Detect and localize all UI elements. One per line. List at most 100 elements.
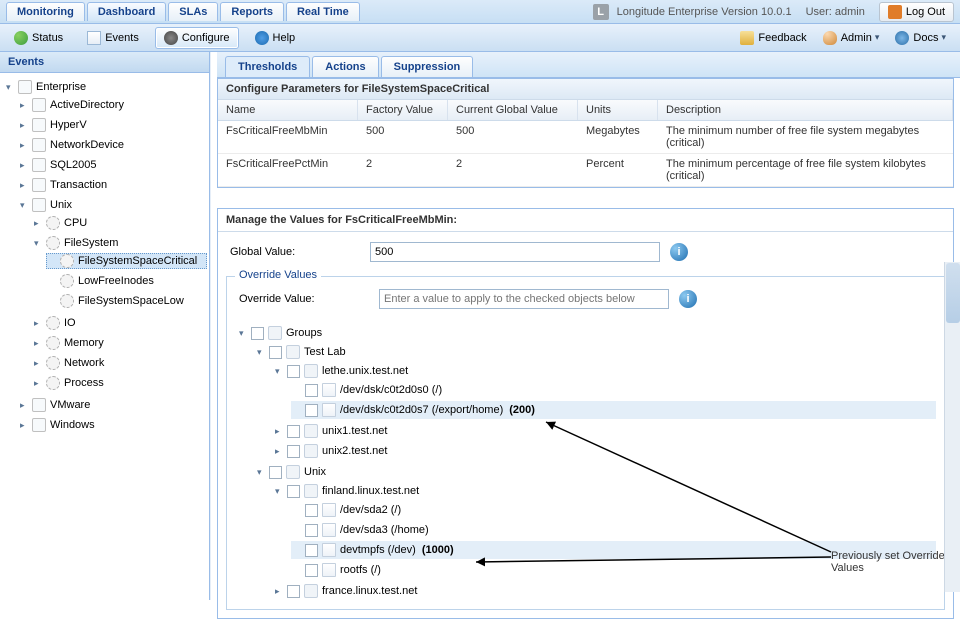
- tree-label: Test Lab: [304, 346, 346, 358]
- global-value-label: Global Value:: [230, 246, 370, 258]
- col-current-global-value[interactable]: Current Global Value: [448, 100, 578, 120]
- cell: Percent: [578, 154, 658, 186]
- tree-item-filesystem[interactable]: ▾FileSystem: [32, 235, 207, 251]
- tree-item[interactable]: ▸Memory: [32, 335, 207, 351]
- tree-item[interactable]: ▸IO: [32, 315, 207, 331]
- events-button[interactable]: Events: [79, 28, 147, 48]
- tree-label: CPU: [64, 217, 87, 229]
- tree-node[interactable]: ▾lethe.unix.test.net: [273, 362, 936, 380]
- info-icon[interactable]: i: [670, 243, 688, 261]
- checkbox[interactable]: [287, 365, 300, 378]
- override-value: (200): [509, 404, 535, 416]
- checkbox[interactable]: [287, 585, 300, 598]
- tree-item[interactable]: ▸ActiveDirectory: [18, 97, 207, 113]
- tree-item[interactable]: ▸NetworkDevice: [18, 137, 207, 153]
- tree-root[interactable]: ▾Enterprise: [4, 79, 207, 95]
- table-row[interactable]: FsCriticalFreeMbMin 500 500 Megabytes Th…: [218, 121, 953, 154]
- checkbox[interactable]: [251, 327, 264, 340]
- tree-item[interactable]: ▸Transaction: [18, 177, 207, 193]
- tree-node-override[interactable]: /dev/dsk/c0t2d0s7 (/export/home)(200): [291, 401, 936, 419]
- admin-menu[interactable]: Admin▾: [815, 28, 888, 48]
- host-icon: [304, 444, 318, 458]
- tree-node[interactable]: ▾Test Lab: [255, 343, 936, 361]
- checkbox[interactable]: [287, 445, 300, 458]
- col-name[interactable]: Name: [218, 100, 358, 120]
- subtab-thresholds[interactable]: Thresholds: [225, 56, 310, 77]
- tree-node[interactable]: ▾Unix: [255, 463, 936, 481]
- checkbox[interactable]: [305, 524, 318, 537]
- folder-icon: [32, 178, 46, 192]
- checkbox[interactable]: [305, 504, 318, 517]
- checkbox[interactable]: [305, 544, 318, 557]
- tree-node[interactable]: /dev/dsk/c0t2d0s0 (/): [291, 381, 936, 399]
- content: Thresholds Actions Suppression Configure…: [210, 52, 960, 600]
- tree-item[interactable]: LowFreeInodes: [46, 273, 207, 289]
- checkbox[interactable]: [269, 466, 282, 479]
- global-value-input[interactable]: [370, 242, 660, 262]
- tree-label: /dev/sda2 (/): [340, 504, 401, 516]
- tree-node[interactable]: /dev/sda3 (/home): [291, 521, 936, 539]
- tree-label: HyperV: [50, 119, 87, 131]
- tree-node-groups[interactable]: ▾Groups: [237, 324, 936, 342]
- sidebar-title: Events: [0, 52, 209, 73]
- folder-icon: [32, 158, 46, 172]
- help-button[interactable]: Help: [247, 28, 304, 48]
- table-row[interactable]: FsCriticalFreePctMin 2 2 Percent The min…: [218, 154, 953, 187]
- checkbox[interactable]: [305, 404, 318, 417]
- feedback-icon: [740, 31, 754, 45]
- tab-slas[interactable]: SLAs: [168, 2, 218, 21]
- configure-button[interactable]: Configure: [155, 27, 239, 49]
- tree-label: Groups: [286, 327, 322, 339]
- checkbox[interactable]: [287, 425, 300, 438]
- gear-icon: [46, 336, 60, 350]
- tree-node[interactable]: /dev/sda2 (/): [291, 501, 936, 519]
- tree-node[interactable]: ▸unix1.test.net: [273, 422, 936, 440]
- scrollbar[interactable]: [944, 262, 960, 592]
- override-value-label: Override Value:: [239, 293, 379, 305]
- tree-item[interactable]: ▸SQL2005: [18, 157, 207, 173]
- tab-dashboard[interactable]: Dashboard: [87, 2, 166, 21]
- checkbox[interactable]: [269, 346, 282, 359]
- tree-item-selected[interactable]: FileSystemSpaceCritical: [46, 253, 207, 269]
- scrollbar-thumb[interactable]: [946, 263, 960, 323]
- info-icon[interactable]: i: [679, 290, 697, 308]
- col-units[interactable]: Units: [578, 100, 658, 120]
- tree-node[interactable]: ▸unix2.test.net: [273, 442, 936, 460]
- col-factory-value[interactable]: Factory Value: [358, 100, 448, 120]
- tree-item-unix[interactable]: ▾Unix: [18, 197, 207, 213]
- subtab-suppression[interactable]: Suppression: [381, 56, 474, 77]
- tree-item[interactable]: ▸Windows: [18, 417, 207, 433]
- tree-node[interactable]: ▸france.linux.test.net: [273, 582, 936, 600]
- tree-item[interactable]: ▸HyperV: [18, 117, 207, 133]
- tree-label: VMware: [50, 399, 90, 411]
- tree-label: SQL2005: [50, 159, 96, 171]
- subtab-actions[interactable]: Actions: [312, 56, 378, 77]
- tree-item[interactable]: ▸VMware: [18, 397, 207, 413]
- checkbox[interactable]: [287, 485, 300, 498]
- tree-node[interactable]: ▾finland.linux.test.net: [273, 482, 936, 500]
- tab-reports[interactable]: Reports: [220, 2, 284, 21]
- tree-item[interactable]: ▸Process: [32, 375, 207, 391]
- tab-realtime[interactable]: Real Time: [286, 2, 360, 21]
- checkbox[interactable]: [305, 384, 318, 397]
- feedback-button[interactable]: Feedback: [732, 28, 814, 48]
- status-button[interactable]: Status: [6, 28, 71, 48]
- override-value-input[interactable]: [379, 289, 669, 309]
- logout-button[interactable]: Log Out: [879, 2, 954, 22]
- metric-icon: [60, 254, 74, 268]
- tree-item[interactable]: ▸CPU: [32, 215, 207, 231]
- tree-item[interactable]: FileSystemSpaceLow: [46, 293, 207, 309]
- override-value: (1000): [422, 544, 454, 556]
- docs-menu[interactable]: Docs▾: [887, 28, 954, 48]
- tab-monitoring[interactable]: Monitoring: [6, 2, 85, 21]
- checkbox[interactable]: [305, 564, 318, 577]
- events-tree[interactable]: ▾Enterprise ▸ActiveDirectory ▸HyperV ▸Ne…: [0, 73, 209, 600]
- disk-icon: [322, 543, 336, 557]
- col-description[interactable]: Description: [658, 100, 953, 120]
- cell: The minimum number of free file system m…: [658, 121, 953, 153]
- tree-item[interactable]: ▸Network: [32, 355, 207, 371]
- host-icon: [304, 424, 318, 438]
- tree-label: finland.linux.test.net: [322, 485, 419, 497]
- disk-icon: [322, 403, 336, 417]
- cell: FsCriticalFreePctMin: [218, 154, 358, 186]
